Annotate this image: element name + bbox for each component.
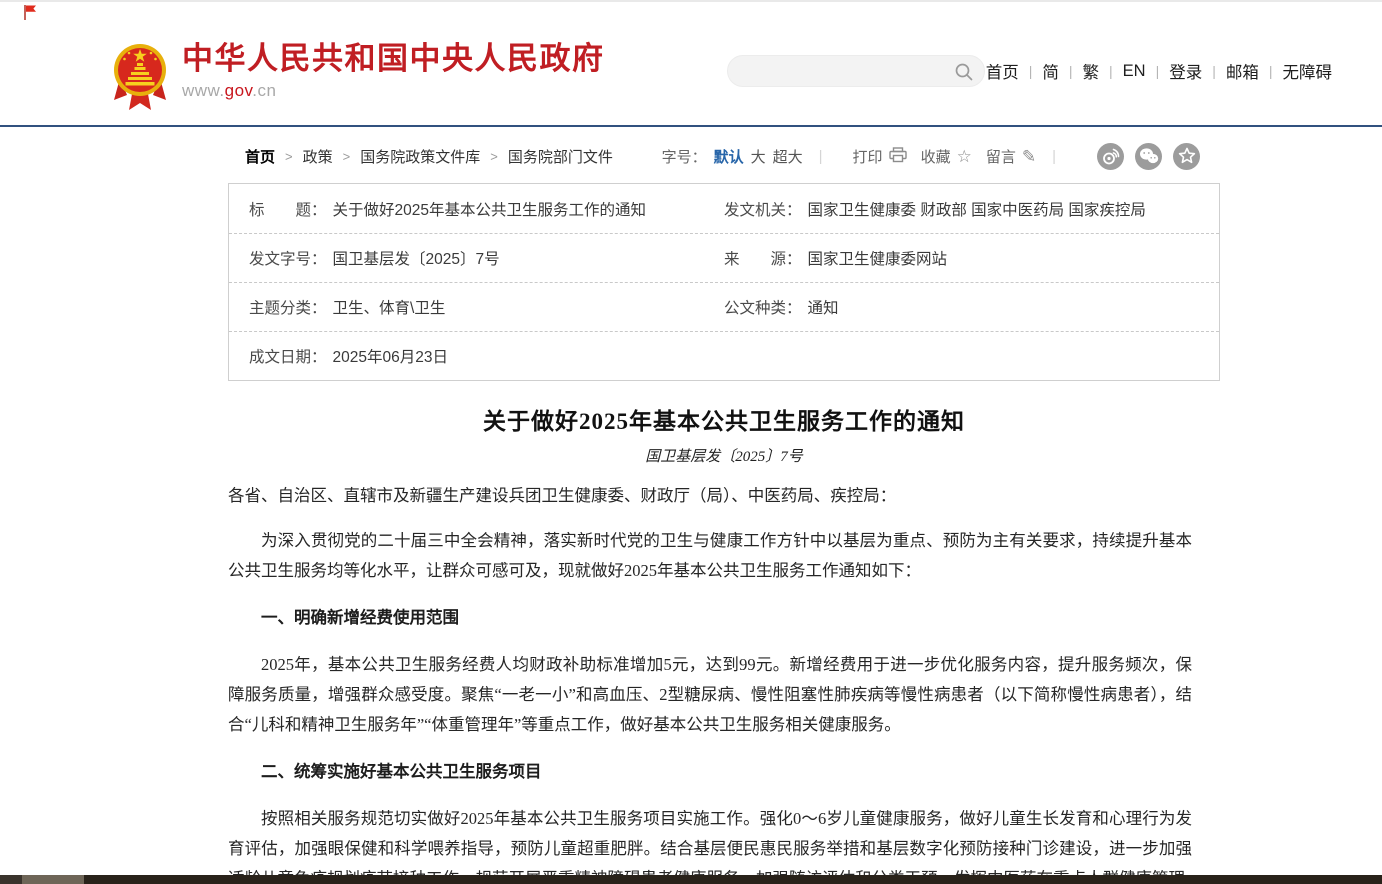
- page-toolbar: 字号： 默认 大 超大 | 打印 收藏: [662, 143, 1200, 170]
- meta-row-title-agency: 标 题： 关于做好2025年基本公共卫生服务工作的通知 发文机关： 国家卫生健康…: [229, 184, 1219, 233]
- meta-cell: 发文字号： 国卫基层发〔2025〕7号: [229, 247, 724, 269]
- search-icon[interactable]: [954, 62, 974, 87]
- meta-cell: 公文种类： 通知: [724, 296, 1219, 318]
- font-size-option-large[interactable]: 大: [751, 146, 766, 167]
- breadcrumb: 首页 > 政策 > 国务院政策文件库 > 国务院部门文件: [245, 146, 613, 167]
- salutation-paragraph: 各省、自治区、直辖市及新疆生产建设兵团卫生健康委、财政厅（局）、中医药局、疾控局…: [228, 481, 1192, 511]
- wechat-icon: [1137, 144, 1161, 168]
- meta-label: 发文字号：: [249, 247, 327, 269]
- meta-value: 通知: [808, 296, 839, 318]
- gov-cn-document-page: 中华人民共和国中央人民政府 www.gov.cn 首页| 简| 繁| EN| 登…: [0, 0, 1382, 884]
- nav-link-traditional[interactable]: 繁: [1073, 59, 1110, 83]
- meta-row-number-source: 发文字号： 国卫基层发〔2025〕7号 来 源： 国家卫生健康委网站: [229, 233, 1219, 282]
- header-divider: [0, 125, 1382, 127]
- breadcrumb-item-policy-library[interactable]: 国务院政策文件库: [360, 146, 480, 167]
- top-border-line: [0, 0, 1382, 2]
- breadcrumb-toolbar-row: 首页 > 政策 > 国务院政策文件库 > 国务院部门文件 字号： 默认 大 超大…: [228, 143, 1220, 169]
- nav-link-mail[interactable]: 邮箱: [1216, 59, 1269, 83]
- font-size-option-xlarge[interactable]: 超大: [773, 146, 803, 167]
- share-wechat-button[interactable]: [1135, 143, 1162, 170]
- meta-value: 2025年06月23日: [333, 345, 448, 367]
- site-url: www.gov.cn: [182, 81, 605, 101]
- nav-link-english[interactable]: EN: [1113, 62, 1156, 81]
- meta-cell: 主题分类： 卫生、体育\卫生: [229, 296, 724, 318]
- toolbar-separator: |: [819, 148, 823, 165]
- meta-label: 来 源：: [724, 247, 802, 269]
- nav-link-simplified[interactable]: 简: [1032, 59, 1069, 83]
- meta-label: 成文日期：: [249, 345, 327, 367]
- star-icon: ☆: [957, 148, 972, 165]
- red-flag-icon: [21, 3, 39, 21]
- chevron-right-icon: >: [490, 149, 498, 164]
- weibo-icon: [1099, 144, 1123, 168]
- site-identity: 中华人民共和国中央人民政府 www.gov.cn: [182, 40, 605, 101]
- share-weibo-button[interactable]: [1097, 143, 1124, 170]
- pencil-icon: ✎: [1022, 148, 1036, 165]
- section-1-heading: 一、明确新增经费使用范围: [228, 603, 1192, 633]
- content-container: 首页 > 政策 > 国务院政策文件库 > 国务院部门文件 字号： 默认 大 超大…: [228, 143, 1220, 884]
- meta-value: 关于做好2025年基本公共卫生服务工作的通知: [333, 198, 646, 220]
- comment-button[interactable]: 留言 ✎: [986, 146, 1036, 167]
- meta-label: 标 题：: [249, 198, 327, 220]
- nav-link-home[interactable]: 首页: [976, 59, 1029, 83]
- comment-label: 留言: [986, 146, 1016, 167]
- meta-value: 国家卫生健康委 财政部 国家中医药局 国家疾控局: [808, 198, 1146, 220]
- search-box[interactable]: [727, 55, 985, 87]
- meta-label: 发文机关：: [724, 198, 802, 220]
- document-meta-table: 标 题： 关于做好2025年基本公共卫生服务工作的通知 发文机关： 国家卫生健康…: [228, 183, 1220, 381]
- font-size-option-default[interactable]: 默认: [714, 146, 744, 167]
- favorite-button[interactable]: 收藏 ☆: [921, 146, 972, 167]
- nav-link-login[interactable]: 登录: [1159, 59, 1212, 83]
- section-2-heading: 二、统筹实施好基本公共卫生服务项目: [228, 757, 1192, 787]
- font-size-label: 字号：: [662, 146, 707, 167]
- toolbar-separator: |: [1052, 148, 1056, 165]
- favorite-label: 收藏: [921, 146, 951, 167]
- nav-link-accessibility[interactable]: 无障碍: [1273, 59, 1343, 83]
- breadcrumb-item-home[interactable]: 首页: [245, 146, 275, 167]
- section-2-paragraph: 按照相关服务规范切实做好2025年基本公共卫生服务项目实施工作。强化0～6岁儿童…: [228, 804, 1192, 884]
- meta-cell: 发文机关： 国家卫生健康委 财政部 国家中医药局 国家疾控局: [724, 198, 1219, 220]
- url-cn: .cn: [252, 81, 276, 100]
- printer-icon: [889, 147, 907, 166]
- share-star-button[interactable]: [1173, 143, 1200, 170]
- print-label: 打印: [853, 146, 883, 167]
- intro-paragraph: 为深入贯彻党的二十届三中全会精神，落实新时代党的卫生与健康工作方针中以基层为重点…: [228, 526, 1192, 586]
- section-1-paragraph: 2025年，基本公共卫生服务经费人均财政补助标准增加5元，达到99元。新增经费用…: [228, 650, 1192, 740]
- share-buttons: [1086, 143, 1200, 170]
- meta-label: 公文种类：: [724, 296, 802, 318]
- site-logo-link[interactable]: 中华人民共和国中央人民政府 www.gov.cn: [112, 40, 605, 112]
- breadcrumb-item-department-docs[interactable]: 国务院部门文件: [508, 146, 613, 167]
- meta-cell: 标 题： 关于做好2025年基本公共卫生服务工作的通知: [229, 198, 724, 220]
- bottom-bar: [0, 875, 1382, 884]
- meta-value: 国家卫生健康委网站: [808, 247, 948, 269]
- url-www: www.: [182, 81, 225, 100]
- meta-value: 国卫基层发〔2025〕7号: [333, 247, 500, 269]
- top-navigation: 首页| 简| 繁| EN| 登录| 邮箱| 无障碍: [976, 59, 1342, 83]
- document-number: 国卫基层发〔2025〕7号: [228, 445, 1220, 466]
- document-body: 各省、自治区、直辖市及新疆生产建设兵团卫生健康委、财政厅（局）、中医药局、疾控局…: [228, 481, 1220, 884]
- search-input[interactable]: [728, 56, 984, 86]
- meta-cell: 来 源： 国家卫生健康委网站: [724, 247, 1219, 269]
- print-button[interactable]: 打印: [853, 146, 907, 167]
- meta-row-date: 成文日期： 2025年06月23日: [229, 331, 1219, 380]
- chevron-right-icon: >: [285, 149, 293, 164]
- meta-value: 卫生、体育\卫生: [333, 296, 446, 318]
- star-badge-icon: [1175, 144, 1199, 168]
- breadcrumb-item-policy[interactable]: 政策: [303, 146, 333, 167]
- chevron-right-icon: >: [343, 149, 351, 164]
- site-title: 中华人民共和国中央人民政府: [182, 40, 605, 78]
- meta-label: 主题分类：: [249, 296, 327, 318]
- bottom-bar-segment: [22, 875, 84, 884]
- meta-row-category-type: 主题分类： 卫生、体育\卫生 公文种类： 通知: [229, 282, 1219, 331]
- url-gov: gov: [225, 81, 253, 100]
- bottom-bar-segment: [0, 875, 22, 884]
- meta-cell: 成文日期： 2025年06月23日: [229, 345, 724, 367]
- national-emblem-icon: [112, 42, 168, 112]
- document-title: 关于做好2025年基本公共卫生服务工作的通知: [228, 402, 1220, 436]
